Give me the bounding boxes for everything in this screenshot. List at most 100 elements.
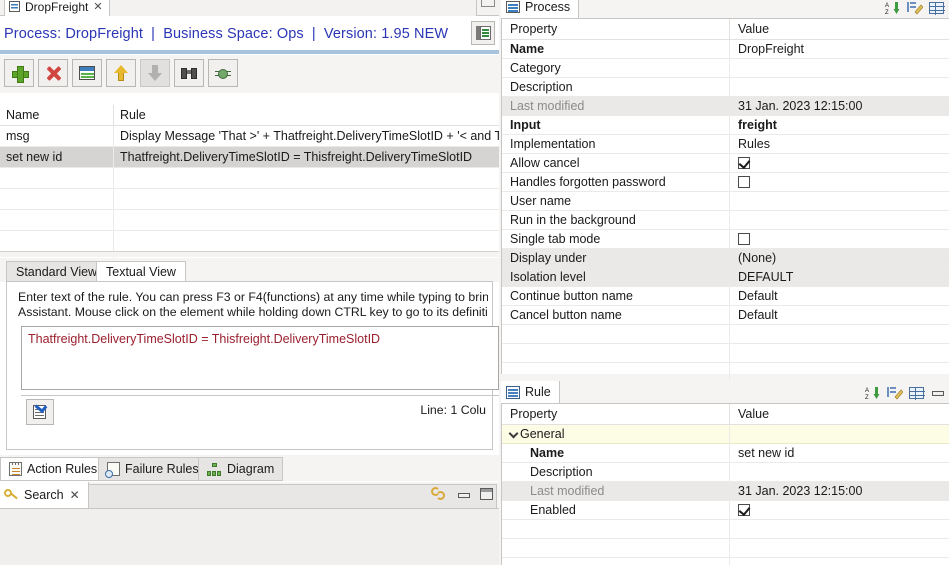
property-row-user-name[interactable]: User name [502, 192, 949, 211]
table-row-empty[interactable] [0, 189, 499, 210]
table-row-empty[interactable] [0, 210, 499, 231]
table-row-empty[interactable] [0, 231, 499, 252]
property-label: Single tab mode [502, 230, 730, 249]
rule-book-icon [475, 26, 491, 40]
sort-az-icon[interactable]: AZ [885, 1, 900, 16]
apply-rule-button[interactable] [26, 399, 54, 425]
minimize-icon[interactable] [457, 489, 470, 500]
maximize-icon[interactable] [480, 488, 493, 500]
table-row[interactable]: set new id Thatfreight.DeliveryTimeSlotI… [0, 147, 499, 168]
textual-view-panel: Enter text of the rule. You can press F3… [6, 281, 499, 450]
property-row-cancel-button-name[interactable]: Cancel button name Default [502, 306, 949, 325]
property-row-name[interactable]: Name DropFreight [502, 40, 949, 59]
property-row-empty[interactable] [502, 363, 949, 382]
property-row-last-modified[interactable]: Last modified 31 Jan. 2023 12:15:00 [502, 97, 949, 116]
property-label: Enabled [502, 501, 730, 520]
notepad-icon [9, 462, 22, 476]
property-row-description[interactable]: Description [502, 463, 949, 482]
property-row-empty[interactable] [502, 344, 949, 363]
rule-properties-table[interactable]: Property Value General Name set new id D… [501, 403, 949, 565]
tab-search-label: Search [24, 488, 64, 502]
property-value: (None) [730, 249, 949, 268]
editor-tab-bar: DropFreight ✕ [0, 0, 499, 16]
checkbox[interactable] [738, 157, 750, 169]
process-table-header: Property Value [502, 19, 949, 40]
chevron-down-icon[interactable] [510, 427, 520, 441]
editor-tab-label: DropFreight [25, 0, 89, 14]
left-editor-pane: DropFreight ✕ Process: DropFreight | Bus… [0, 0, 499, 565]
link-icon[interactable] [431, 487, 447, 501]
property-row-empty[interactable] [502, 520, 949, 539]
svg-text:Z: Z [865, 395, 869, 400]
property-row-implementation[interactable]: Implementation Rules [502, 135, 949, 154]
rules-col-name: Name [0, 105, 114, 126]
minimize-icon[interactable] [931, 387, 944, 398]
tab-standard-view[interactable]: Standard View [6, 261, 108, 282]
property-value: 31 Jan. 2023 12:15:00 [730, 482, 949, 501]
move-down-button[interactable] [140, 59, 170, 87]
checkbox[interactable] [738, 504, 750, 516]
property-label: Cancel button name [502, 306, 730, 325]
property-row-last-modified[interactable]: Last modified 31 Jan. 2023 12:15:00 [502, 482, 949, 501]
close-icon[interactable]: ✕ [70, 488, 80, 502]
tab-diagram[interactable]: Diagram [198, 457, 284, 481]
pencil-icon[interactable] [907, 1, 924, 15]
property-row-handles-forgotten-password[interactable]: Handles forgotten password [502, 173, 949, 192]
header-sep-2: | [311, 25, 316, 42]
rule-icon [506, 385, 520, 399]
table-row-empty[interactable] [0, 168, 499, 189]
editor-maximize-button[interactable] [481, 0, 495, 7]
property-row-empty[interactable] [502, 325, 949, 344]
tab-rule[interactable]: Rule [501, 381, 560, 403]
move-up-button[interactable] [106, 59, 136, 87]
pencil-icon[interactable] [887, 386, 904, 400]
property-label: Run in the background [502, 211, 730, 230]
edit-rule-button[interactable] [72, 59, 102, 87]
property-label: Name [502, 444, 730, 463]
rules-table[interactable]: Name Rule msg Display Message 'That >' +… [0, 104, 499, 273]
checkbox[interactable] [738, 176, 750, 188]
tab-diagram-label: Diagram [227, 462, 275, 476]
rule-row-name: set new id [0, 147, 114, 168]
business-space-name: Ops [276, 25, 304, 42]
grid-icon[interactable] [929, 1, 945, 15]
add-rule-button[interactable] [4, 59, 34, 87]
rule-col-property: Property [502, 404, 730, 424]
tab-action-rules[interactable]: Action Rules [0, 457, 107, 481]
property-row-description[interactable]: Description [502, 78, 949, 97]
editor-tab-dropfreight[interactable]: DropFreight ✕ [4, 0, 110, 16]
property-row-name[interactable]: Name set new id [502, 444, 949, 463]
textual-view-hint-line2: Assistant. Mouse click on the element wh… [18, 305, 488, 319]
rule-book-button[interactable] [471, 21, 495, 45]
tab-textual-view[interactable]: Textual View [96, 261, 186, 282]
delete-rule-button[interactable] [38, 59, 68, 87]
property-row-run-in-background[interactable]: Run in the background [502, 211, 949, 230]
property-row-display-under[interactable]: Display under (None) [502, 249, 949, 268]
process-properties-table[interactable]: Property Value Name DropFreight Category… [501, 18, 949, 382]
property-group-general[interactable]: General [502, 425, 949, 444]
sort-az-icon[interactable]: AZ [865, 386, 880, 401]
table-row[interactable]: msg Display Message 'That >' + Thatfreig… [0, 126, 499, 147]
rule-text-editor[interactable]: Thatfreight.DeliveryTimeSlotID = Thisfre… [21, 326, 499, 390]
property-row-empty[interactable] [502, 558, 949, 565]
property-row-input[interactable]: Input freight [502, 116, 949, 135]
property-row-category[interactable]: Category [502, 59, 949, 78]
grid-icon[interactable] [909, 386, 925, 400]
tab-process[interactable]: Process [501, 0, 580, 18]
editor-tab-close-icon[interactable]: ✕ [93, 0, 102, 13]
property-row-empty[interactable] [502, 539, 949, 558]
property-row-single-tab-mode[interactable]: Single tab mode [502, 230, 949, 249]
tab-action-rules-label: Action Rules [27, 462, 98, 476]
debug-button[interactable] [208, 59, 238, 87]
checkbox[interactable] [738, 233, 750, 245]
svg-text:A: A [885, 3, 889, 9]
property-row-enabled[interactable]: Enabled [502, 501, 949, 520]
property-row-allow-cancel[interactable]: Allow cancel [502, 154, 949, 173]
tab-failure-rules[interactable]: Failure Rules [98, 457, 208, 481]
svg-text:Z: Z [885, 10, 889, 15]
property-row-isolation-level[interactable]: Isolation level DEFAULT [502, 268, 949, 287]
process-header: Process: DropFreight | Business Space: O… [0, 17, 499, 50]
property-row-continue-button-name[interactable]: Continue button name Default [502, 287, 949, 306]
find-button[interactable] [174, 59, 204, 87]
tab-search[interactable]: Search ✕ [0, 482, 89, 508]
